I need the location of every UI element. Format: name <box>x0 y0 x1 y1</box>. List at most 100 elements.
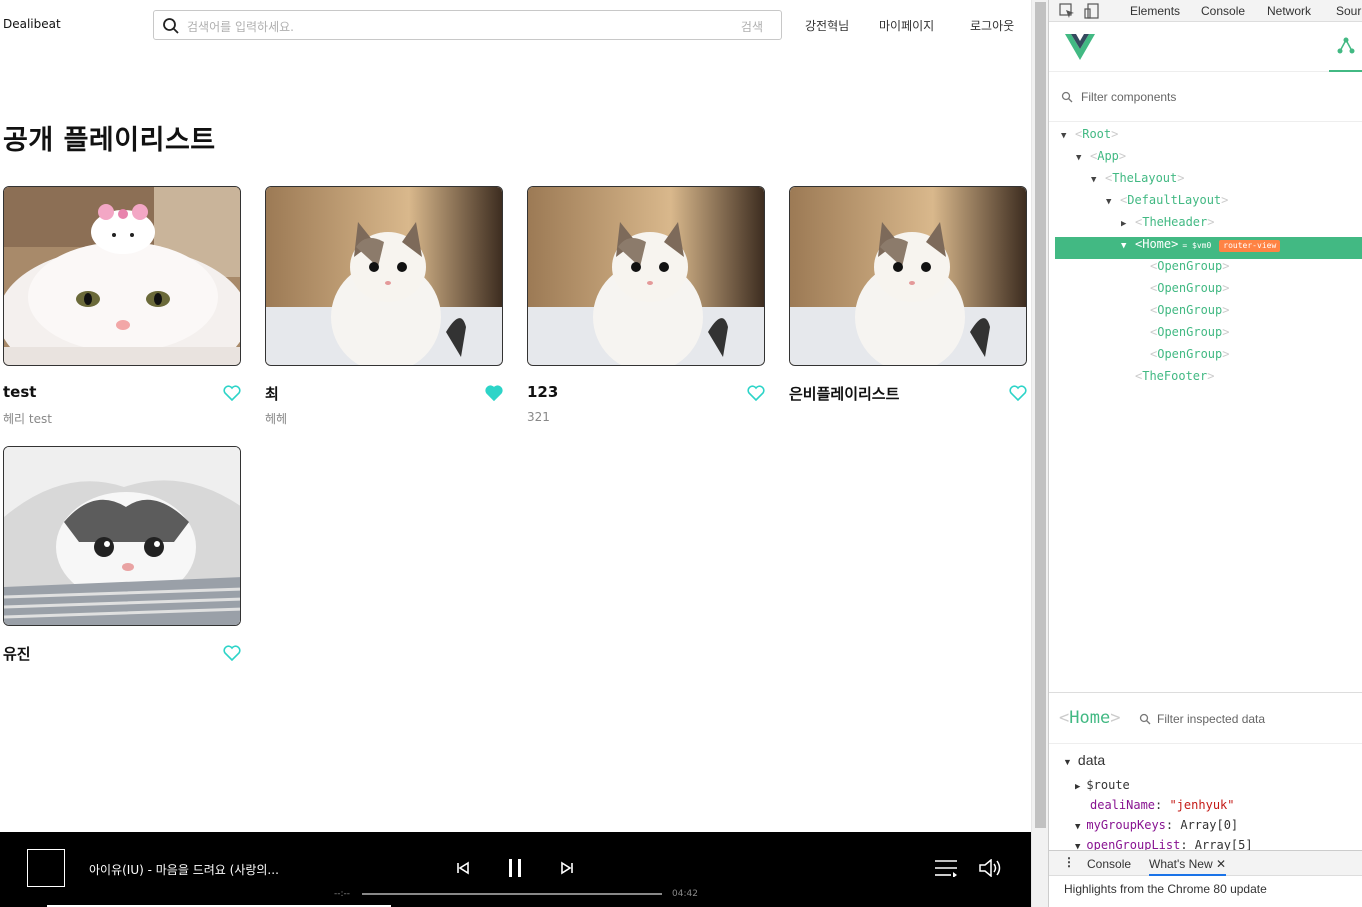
next-track-icon[interactable] <box>560 861 574 875</box>
calico-kitten-image <box>266 187 502 365</box>
drawer-tab-console[interactable]: Console <box>1087 857 1131 871</box>
tree-node-opengroup[interactable]: <OpenGroup> <box>1150 259 1230 281</box>
expanded-arrow-icon: ▼ <box>1091 175 1097 185</box>
vm-reference: = $vm0 <box>1182 241 1212 250</box>
drawer-tab-whats-new[interactable]: What's New ✕ <box>1149 857 1227 876</box>
expanded-arrow-icon: ▼ <box>1063 757 1072 767</box>
tree-node-root[interactable]: ▼ <Root> <box>1061 127 1118 149</box>
volume-icon[interactable] <box>978 859 1004 877</box>
playlist-card[interactable]: 유진 <box>3 446 241 696</box>
data-row-mygroupkeys[interactable]: ▼ myGroupKeys: Array[0] <box>1075 818 1238 832</box>
drawer-tab-bar: ⋮ Console What's New ✕ <box>1049 850 1362 876</box>
playlist-thumbnail[interactable] <box>527 186 765 366</box>
heart-filled-icon[interactable] <box>485 385 503 401</box>
expanded-arrow-icon: ▼ <box>1076 153 1082 163</box>
component-name: DefaultLayout <box>1127 193 1222 207</box>
previous-track-icon[interactable] <box>456 861 470 875</box>
playlist-title[interactable]: 유진 <box>3 643 31 664</box>
collapsed-arrow-icon: ▶ <box>1075 782 1081 792</box>
data-key: myGroupKeys <box>1086 818 1166 832</box>
data-section-header[interactable]: ▼ data <box>1063 752 1105 768</box>
tab-elements[interactable]: Elements <box>1130 4 1180 18</box>
scrollbar-thumb[interactable] <box>1035 2 1046 828</box>
playlist-queue-icon[interactable] <box>934 859 958 877</box>
tree-node-opengroup[interactable]: <OpenGroup> <box>1150 347 1230 369</box>
close-icon[interactable]: ✕ <box>1216 857 1226 871</box>
heart-outline-icon[interactable] <box>223 645 241 661</box>
playlist-card[interactable]: 최 헤헤 <box>265 186 503 436</box>
heart-outline-icon[interactable] <box>1009 385 1027 401</box>
tree-node-home-selected[interactable]: ▼ <Home> = $vm0 router-view <box>1055 237 1362 259</box>
expanded-arrow-icon: ▼ <box>1075 822 1081 832</box>
playlist-thumbnail[interactable] <box>3 186 241 366</box>
web-app: Dealibeat 검색어를 입력하세요. 검색 강전혁님 마이페이지 로그아웃… <box>0 0 1031 907</box>
expanded-arrow-icon: ▼ <box>1106 197 1112 207</box>
device-toolbar-icon[interactable] <box>1084 3 1100 19</box>
search-icon <box>163 18 179 34</box>
router-view-badge: router-view <box>1219 240 1281 252</box>
tab-console[interactable]: Console <box>1201 4 1245 18</box>
progress-bar[interactable] <box>362 893 662 895</box>
vue-logo-icon <box>1065 34 1095 60</box>
tree-node-thefooter[interactable]: <TheFooter> <box>1135 369 1215 391</box>
playlist-description: 헤헤 <box>265 412 288 426</box>
component-tree-icon <box>1337 37 1355 54</box>
playlist-title[interactable]: 은비플레이리스트 <box>789 383 899 404</box>
heart-outline-icon[interactable] <box>223 385 241 401</box>
filter-inspected-input[interactable]: Filter inspected data <box>1157 712 1265 726</box>
data-key: openGroupList <box>1086 838 1181 850</box>
tab-sources[interactable]: Sour <box>1336 4 1361 18</box>
playlist-title[interactable]: test <box>3 383 36 401</box>
search-icon <box>1139 713 1151 725</box>
playlist-title[interactable]: 최 <box>265 383 279 404</box>
data-value: Array[0] <box>1180 818 1239 832</box>
playlist-thumbnail[interactable] <box>3 446 241 626</box>
filter-components-input[interactable]: Filter components <box>1081 90 1176 104</box>
playlist-card[interactable]: 123 321 <box>527 186 765 436</box>
album-art[interactable] <box>27 849 65 887</box>
cat-with-hat-image <box>4 187 240 365</box>
page-scrollbar[interactable] <box>1031 0 1048 907</box>
data-row-opengrouplist[interactable]: ▼ openGroupList: Array[5] <box>1075 838 1253 850</box>
elapsed-time: --:-- <box>334 889 351 899</box>
inspect-element-icon[interactable] <box>1059 3 1075 19</box>
playlist-title[interactable]: 123 <box>527 383 558 401</box>
nav-mypage[interactable]: 마이페이지 <box>879 17 934 34</box>
search-bar[interactable]: 검색어를 입력하세요. 검색 <box>153 10 782 40</box>
nav-user-name[interactable]: 강전혁님 <box>805 17 849 34</box>
data-row-dealiname[interactable]: dealiName: "jenhyuk" <box>1090 798 1235 812</box>
tab-network[interactable]: Network <box>1267 4 1311 18</box>
pause-icon[interactable] <box>508 858 522 878</box>
tree-node-opengroup[interactable]: <OpenGroup> <box>1150 281 1230 303</box>
search-input[interactable]: 검색어를 입력하세요. <box>187 18 294 35</box>
components-tab[interactable] <box>1329 32 1362 72</box>
tree-node-opengroup[interactable]: <OpenGroup> <box>1150 325 1230 347</box>
playlist-description: 헤리 test <box>3 412 52 426</box>
drawer-menu-icon[interactable]: ⋮ <box>1063 855 1075 869</box>
data-key: $route <box>1086 778 1130 792</box>
component-name: Root <box>1082 127 1112 141</box>
expanded-arrow-icon: ▼ <box>1061 131 1067 141</box>
tree-node-app[interactable]: ▼ <App> <box>1076 149 1126 171</box>
component-name: TheLayout <box>1112 171 1178 185</box>
nav-logout[interactable]: 로그아웃 <box>970 17 1014 34</box>
tree-node-theheader[interactable]: ▶ <TheHeader> <box>1121 215 1215 237</box>
playlist-card[interactable]: test 헤리 test <box>3 186 241 436</box>
calico-kitten-image <box>790 187 1026 365</box>
heart-outline-icon[interactable] <box>747 385 765 401</box>
search-icon <box>1061 91 1073 103</box>
devtools-panel: Elements Console Network Sour Filter com… <box>1048 0 1362 907</box>
vue-devtools-toolbar <box>1049 22 1362 72</box>
tree-node-opengroup[interactable]: <OpenGroup> <box>1150 303 1230 325</box>
tree-node-defaultlayout[interactable]: ▼ <DefaultLayout> <box>1106 193 1228 215</box>
expanded-arrow-icon: ▼ <box>1075 842 1081 850</box>
app-logo[interactable]: Dealibeat <box>3 17 61 31</box>
playlist-thumbnail[interactable] <box>789 186 1027 366</box>
search-button[interactable]: 검색 <box>741 18 763 35</box>
component-name: OpenGroup <box>1157 325 1223 339</box>
data-row-route[interactable]: ▶ $route <box>1075 778 1130 792</box>
playlist-card[interactable]: 은비플레이리스트 <box>789 186 1027 436</box>
component-name: Home <box>1142 237 1172 251</box>
tree-node-thelayout[interactable]: ▼ <TheLayout> <box>1091 171 1185 193</box>
playlist-thumbnail[interactable] <box>265 186 503 366</box>
